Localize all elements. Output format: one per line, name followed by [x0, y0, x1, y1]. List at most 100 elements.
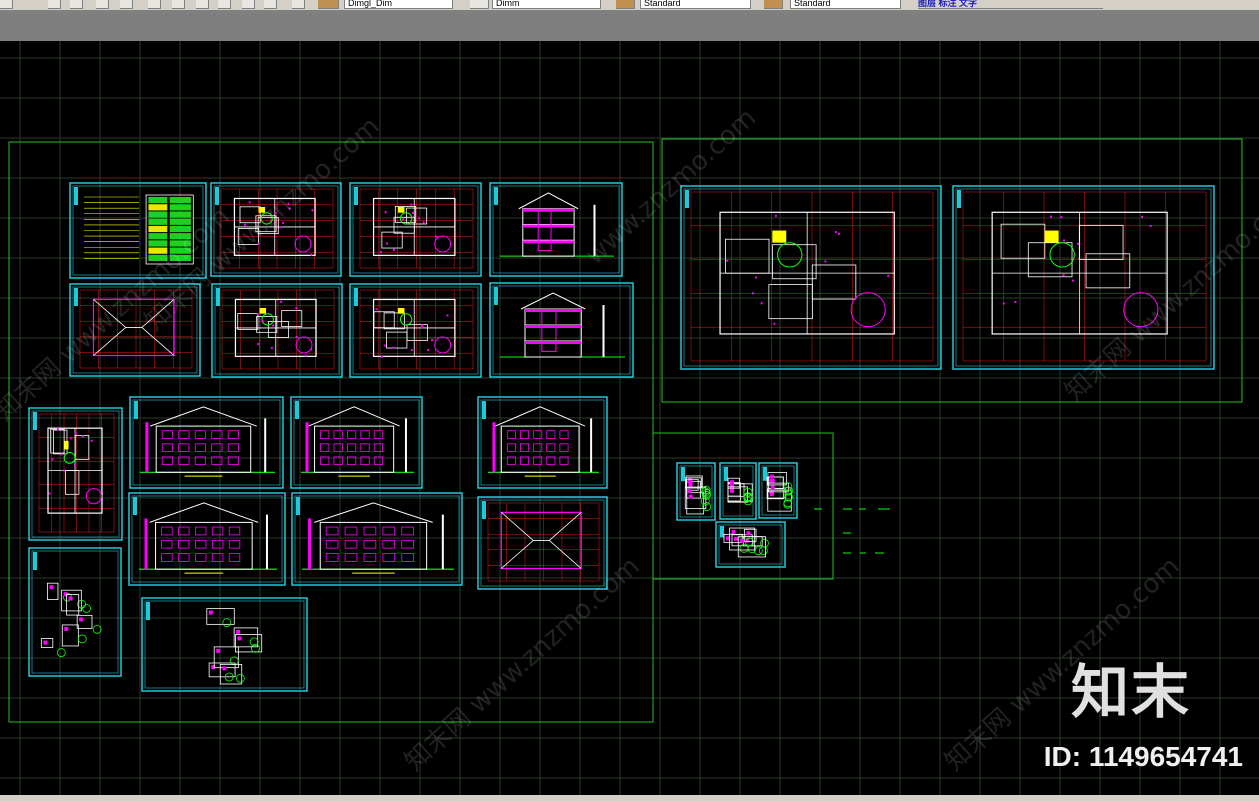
detail-fill — [740, 538, 745, 543]
drawing-sheet — [290, 396, 423, 489]
sheet-set-icon[interactable] — [218, 0, 231, 9]
watermark-logo: 知末 — [1070, 658, 1191, 726]
toolbar-button-1[interactable] — [0, 0, 13, 9]
plan-fixture — [772, 230, 787, 243]
plan-column — [446, 314, 449, 317]
facade — [155, 425, 252, 473]
plan-fixture — [397, 308, 405, 314]
linetype-icon[interactable] — [470, 0, 489, 9]
roof-line — [314, 502, 433, 523]
window — [227, 430, 239, 439]
plan-column — [1076, 242, 1079, 245]
plan-room — [50, 428, 65, 454]
level-marks — [602, 305, 605, 357]
window — [360, 443, 370, 452]
title-tab — [354, 288, 358, 306]
title-tab — [957, 190, 961, 208]
drawing-sheet — [477, 396, 608, 489]
window — [360, 430, 370, 439]
detail-shape — [727, 482, 741, 497]
detail-fill — [769, 474, 774, 479]
window — [363, 553, 377, 562]
calculator-icon[interactable] — [264, 0, 277, 9]
slab — [522, 240, 575, 244]
slab — [525, 325, 582, 328]
drawing-area[interactable]: 知末网 www.znzmo.com 知末网 www.znzmo.com 知末网 … — [0, 41, 1259, 795]
textstyle-icon[interactable] — [616, 0, 635, 9]
custom-tools[interactable]: 图层 标注 文字 — [918, 0, 1103, 9]
elevation-marker — [145, 422, 149, 473]
chevron-down-icon[interactable] — [750, 0, 761, 8]
window — [325, 539, 339, 549]
plan-column — [60, 453, 63, 456]
roof-line — [308, 406, 400, 427]
slab — [522, 224, 575, 228]
plan-bay — [434, 235, 452, 253]
window — [559, 430, 569, 439]
chevron-down-icon[interactable] — [900, 0, 911, 8]
plan-column — [402, 218, 405, 221]
window — [194, 443, 206, 452]
window — [228, 539, 241, 549]
plan-column — [774, 214, 777, 217]
dimstyle-combo[interactable]: Standard — [790, 0, 901, 9]
window — [194, 526, 207, 536]
plan-column — [74, 432, 77, 435]
window — [382, 539, 396, 549]
plan-column — [69, 437, 72, 440]
plan-bay — [294, 235, 312, 253]
cad-toolbar: Dimgl_Dim Dimm Standard Standard 图层 标注 文… — [0, 0, 1259, 11]
drawing-sheet — [349, 182, 482, 277]
help-icon[interactable] — [292, 0, 305, 9]
title-tab — [494, 287, 498, 305]
elevation-marker — [308, 518, 312, 570]
plan-column — [411, 211, 414, 214]
plan-column — [427, 348, 430, 351]
detail-shape — [66, 594, 80, 616]
toolbar-button-2[interactable] — [48, 0, 61, 9]
plan-bay — [295, 336, 313, 354]
chevron-down-icon[interactable] — [600, 0, 611, 8]
plan-column — [81, 435, 84, 438]
detail-fill — [687, 489, 692, 494]
zoom-previous-icon[interactable] — [120, 0, 133, 9]
properties-icon[interactable] — [148, 0, 161, 9]
window — [506, 430, 516, 439]
textstyle-combo[interactable]: Standard — [640, 0, 751, 9]
zoom-window-icon[interactable] — [96, 0, 109, 9]
schedule-cell — [148, 204, 168, 211]
detail-fill — [236, 629, 241, 634]
detail-callout — [82, 604, 91, 613]
title-tab — [74, 187, 78, 205]
linetype-combo[interactable]: Dimm — [492, 0, 601, 9]
window — [382, 553, 396, 562]
layer-icon[interactable] — [318, 0, 339, 9]
plan-stair — [777, 242, 803, 268]
schedule-cell — [148, 197, 168, 204]
zoom-icon[interactable] — [70, 0, 83, 9]
sheet-inner-border — [718, 524, 783, 565]
plan-column — [311, 209, 314, 212]
plan-column — [1062, 274, 1065, 277]
plan-column — [310, 348, 313, 351]
markup-icon[interactable] — [242, 0, 255, 9]
title-tab — [482, 401, 486, 419]
plan-column — [392, 248, 395, 251]
plan-room — [725, 238, 770, 274]
plan-column — [1002, 302, 1005, 305]
sheet-inner-border — [144, 600, 305, 689]
dimstyle-icon[interactable] — [764, 0, 783, 9]
plan-fixture — [1044, 230, 1059, 243]
plan-column — [380, 355, 383, 358]
design-center-icon[interactable] — [172, 0, 185, 9]
facade — [155, 521, 253, 570]
chevron-down-icon[interactable] — [452, 0, 463, 8]
tool-palette-icon[interactable] — [196, 0, 209, 9]
detail-callout — [783, 482, 793, 492]
window — [401, 553, 414, 562]
layer-combo[interactable]: Dimgl_Dim — [344, 0, 453, 9]
window — [161, 430, 173, 439]
elevation-marker — [144, 518, 148, 570]
plan-column — [257, 343, 260, 346]
title-tab — [134, 401, 138, 419]
